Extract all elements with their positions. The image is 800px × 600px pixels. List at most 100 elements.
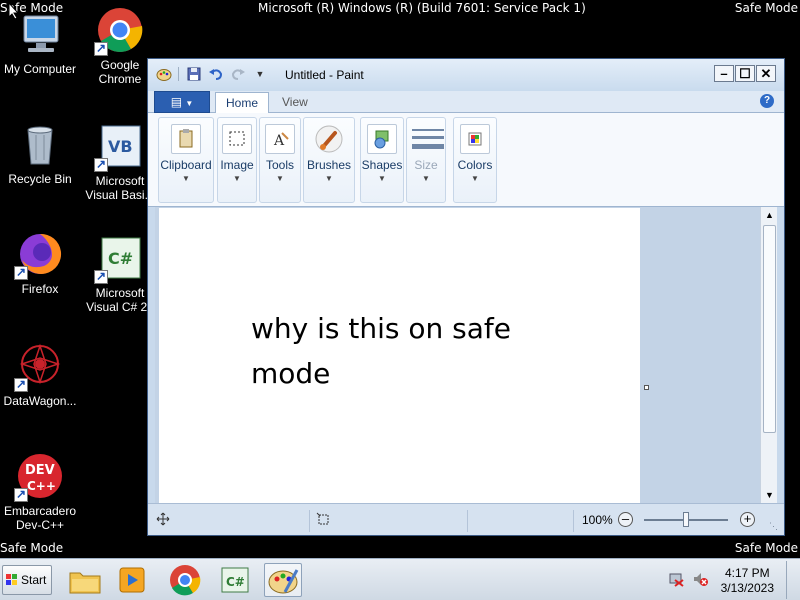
volume-muted-icon[interactable] (692, 571, 708, 592)
chevron-down-icon: ▼ (422, 174, 430, 183)
shapes-button[interactable]: Shapes ▼ (360, 117, 404, 203)
chevron-down-icon: ▼ (471, 174, 479, 183)
colors-button[interactable]: Colors ▼ (453, 117, 497, 203)
help-icon[interactable]: ? (760, 94, 774, 108)
size-label: Size (414, 158, 438, 172)
clock-date: 3/13/2023 (720, 581, 774, 595)
chrome-icon (94, 6, 144, 56)
safe-mode-label-top-right: Safe Mode (734, 1, 798, 15)
text-tool-icon: A (265, 124, 295, 154)
taskbar-visual-csharp[interactable]: C# (216, 563, 254, 597)
undo-icon[interactable] (208, 66, 224, 82)
zoom-slider-thumb[interactable] (683, 512, 689, 527)
shortcut-arrow-icon (94, 41, 108, 56)
svg-text:C#: C# (108, 249, 133, 268)
clock[interactable]: 4:17 PM 3/13/2023 (721, 566, 774, 596)
taskbar: Start C# 4:17 PM 3/13/2023 (0, 558, 800, 600)
media-player-icon (119, 567, 145, 593)
brushes-label: Brushes (306, 158, 352, 172)
zoom-out-button[interactable]: – (618, 512, 633, 527)
brushes-button[interactable]: Brushes ▼ (303, 117, 355, 203)
devcpp-icon: DEV C++ (14, 452, 64, 502)
chevron-down-icon: ▼ (325, 174, 333, 183)
ribbon: Clipboard ▼ Image ▼ A Tools ▼ Brushes ▼ (148, 113, 784, 207)
canvas-resize-handle[interactable] (644, 385, 649, 390)
colors-icon (460, 124, 490, 154)
scroll-thumb[interactable] (763, 225, 776, 433)
select-icon (222, 124, 252, 154)
taskbar-media-player[interactable] (114, 563, 152, 597)
customize-qat-icon[interactable]: ▼ (252, 66, 268, 82)
svg-text:C#: C# (226, 575, 245, 589)
paint-window[interactable]: ▼ Untitled - Paint – ☐ ✕ ▤ ▼ Home View ?… (147, 58, 785, 536)
show-desktop-button[interactable] (786, 561, 800, 599)
desktop-icon-recycle-bin[interactable]: Recycle Bin (0, 120, 82, 186)
taskbar-chrome[interactable] (166, 563, 204, 597)
tab-view[interactable]: View (272, 92, 318, 113)
chrome-icon (170, 565, 201, 596)
colors-label: Colors (457, 158, 493, 172)
tools-label: Tools (265, 158, 294, 172)
clock-time: 4:17 PM (724, 566, 770, 580)
desktop-icon-firefox[interactable]: Firefox (0, 230, 82, 296)
tab-home[interactable]: Home (215, 92, 270, 113)
quick-access-toolbar: ▼ (156, 66, 268, 82)
chevron-down-icon: ▼ (276, 174, 284, 183)
size-button[interactable]: Size ▼ (406, 117, 446, 203)
zoom-in-button[interactable]: + (740, 512, 755, 527)
computer-icon (16, 10, 64, 58)
desktop-icon-label: My Computer (3, 62, 77, 76)
resize-grip-icon[interactable]: ⋱ (769, 521, 778, 532)
image-label: Image (220, 158, 254, 172)
zoom-level: 100% (582, 513, 613, 527)
minimize-button[interactable]: – (714, 65, 734, 82)
save-icon[interactable] (186, 66, 202, 82)
shortcut-arrow-icon (14, 487, 28, 502)
paint-menu-button[interactable]: ▤ ▼ (154, 91, 210, 113)
paint-app-icon[interactable] (156, 66, 172, 82)
shortcut-arrow-icon (94, 157, 108, 172)
status-cell-position (148, 510, 310, 532)
maximize-button[interactable]: ☐ (735, 65, 755, 82)
desktop-icon-label: Firefox (21, 282, 59, 296)
desktop-icon-label: DataWagon... (3, 394, 77, 408)
shortcut-arrow-icon (14, 265, 28, 280)
title-bar[interactable]: ▼ Untitled - Paint – ☐ ✕ (148, 59, 784, 91)
network-error-icon[interactable] (668, 571, 684, 592)
folder-icon (69, 572, 101, 594)
desktop-icon-datawagon[interactable]: DataWagon... (0, 342, 82, 408)
scroll-down-icon[interactable]: ▼ (762, 487, 777, 503)
shapes-label: Shapes (361, 158, 403, 172)
drawing-canvas[interactable]: why is this on safe mode (159, 208, 640, 503)
shortcut-arrow-icon (14, 377, 28, 392)
tools-button[interactable]: A Tools ▼ (259, 117, 301, 203)
windows-logo-icon (6, 574, 17, 585)
start-button[interactable]: Start (2, 565, 52, 595)
start-label: Start (21, 573, 47, 587)
visual-csharp-icon: C# (94, 234, 144, 284)
visual-basic-icon: VB (94, 122, 144, 172)
svg-text:VB: VB (108, 137, 133, 156)
taskbar-paint[interactable] (264, 563, 302, 597)
svg-text:DEV: DEV (25, 463, 55, 478)
close-button[interactable]: ✕ (756, 65, 776, 82)
status-bar: 100% – + ⋱ (148, 503, 784, 535)
canvas-area[interactable]: why is this on safe mode ▲ ▼ (155, 207, 777, 503)
vertical-scrollbar[interactable]: ▲ ▼ (760, 207, 777, 503)
window-controls: – ☐ ✕ (714, 65, 776, 82)
status-cell-size (468, 510, 574, 532)
menu-icon: ▤ (170, 95, 183, 109)
desktop-icon-my-computer[interactable]: My Computer (0, 10, 82, 76)
desktop-icon-devcpp[interactable]: DEVC++ Embarcadero Dev-C++ (0, 452, 82, 532)
firefox-icon (14, 230, 64, 280)
image-button[interactable]: Image ▼ (217, 117, 257, 203)
scroll-up-icon[interactable]: ▲ (762, 207, 777, 223)
chevron-down-icon: ▼ (233, 174, 241, 183)
taskbar-explorer[interactable] (66, 563, 104, 597)
chevron-down-icon: ▼ (185, 99, 194, 108)
shapes-icon (367, 124, 397, 154)
clipboard-button[interactable]: Clipboard ▼ (158, 117, 214, 203)
safe-mode-label-bottom-right: Safe Mode (734, 541, 798, 555)
redo-icon[interactable] (230, 66, 246, 82)
ribbon-tabs: ▤ ▼ Home View ? (148, 91, 784, 113)
